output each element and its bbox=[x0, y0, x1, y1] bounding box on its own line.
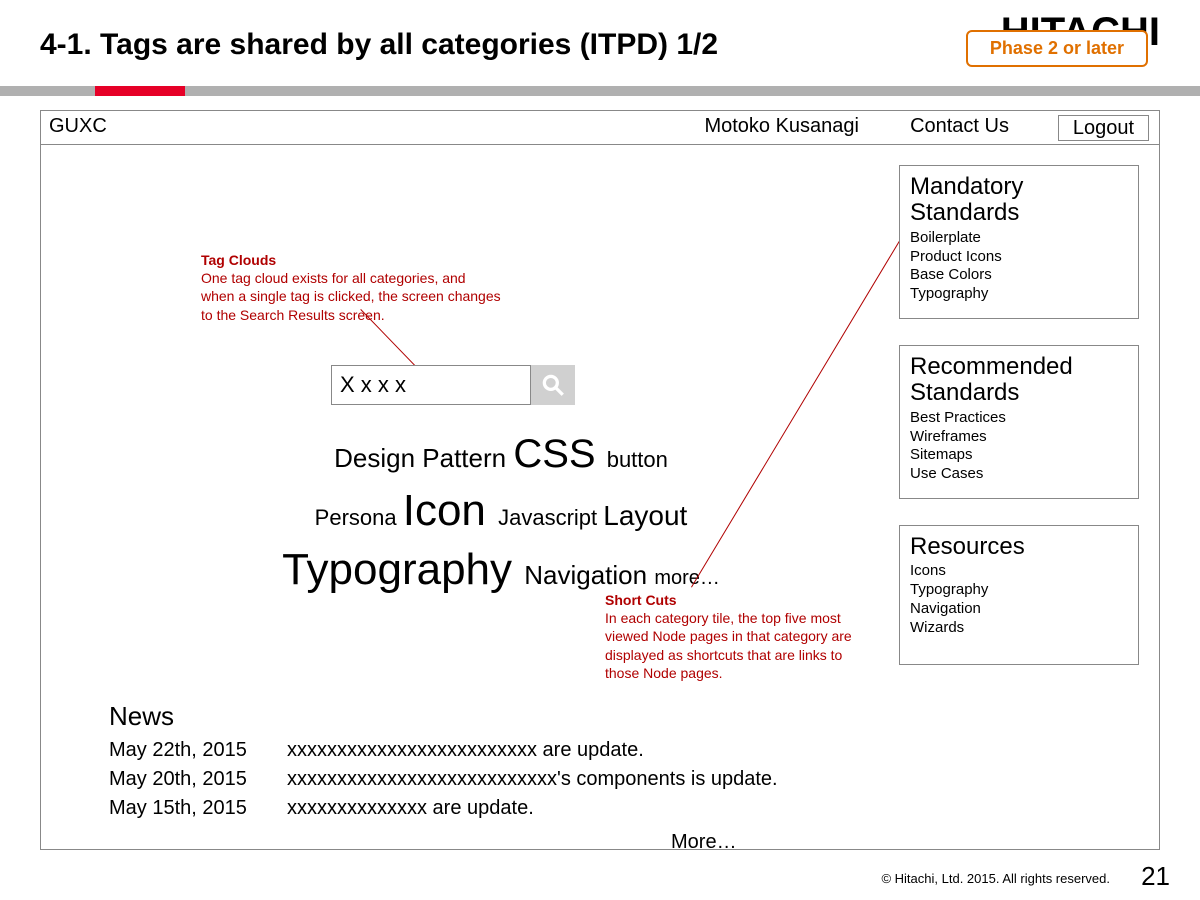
tag[interactable]: Navigation bbox=[524, 560, 654, 590]
tag[interactable]: CSS bbox=[513, 432, 606, 476]
news-text: xxxxxxxxxxxxxxxxxxxxxxxxxxx's components… bbox=[287, 765, 778, 794]
category-link[interactable]: Icons bbox=[910, 562, 1128, 581]
wireframe-container: GUXC Motoko Kusanagi Contact Us Logout T… bbox=[40, 110, 1160, 850]
callout-body: One tag cloud exists for all categories,… bbox=[201, 269, 501, 324]
phase-badge: Phase 2 or later bbox=[966, 30, 1148, 67]
logout-button[interactable]: Logout bbox=[1058, 115, 1149, 141]
search-wrap bbox=[331, 365, 575, 405]
category-link[interactable]: Best Practices bbox=[910, 409, 1128, 428]
category-link[interactable]: Wizards bbox=[910, 619, 1128, 638]
tag[interactable]: Design Pattern bbox=[334, 443, 513, 473]
news-date: May 22th, 2015 bbox=[109, 736, 269, 765]
callout-title: Short Cuts bbox=[605, 591, 865, 609]
news-section: News May 22th, 2015 xxxxxxxxxxxxxxxxxxxx… bbox=[109, 701, 849, 823]
callout-body: In each category tile, the top five most… bbox=[605, 609, 865, 682]
category-link[interactable]: Typography bbox=[910, 285, 1128, 304]
callout-shortcuts: Short Cuts In each category tile, the to… bbox=[605, 591, 865, 682]
tag[interactable]: Icon bbox=[403, 486, 498, 535]
search-button[interactable] bbox=[531, 365, 575, 405]
category-title: Resources bbox=[910, 534, 1128, 560]
news-date: May 20th, 2015 bbox=[109, 765, 269, 794]
category-link[interactable]: Product Icons bbox=[910, 248, 1128, 267]
news-date: May 15th, 2015 bbox=[109, 794, 269, 823]
category-link[interactable]: Navigation bbox=[910, 600, 1128, 619]
news-heading: News bbox=[109, 701, 849, 732]
contact-link[interactable]: Contact Us bbox=[910, 115, 1009, 138]
category-link[interactable]: Wireframes bbox=[910, 428, 1128, 447]
tag[interactable]: Persona bbox=[315, 505, 403, 530]
news-text: xxxxxxxxxxxxxx are update. bbox=[287, 794, 534, 823]
category-title: Mandatory Standards bbox=[910, 174, 1128, 227]
category-resources[interactable]: Resources Icons Typography Navigation Wi… bbox=[899, 525, 1139, 665]
copyright: © Hitachi, Ltd. 2015. All rights reserve… bbox=[881, 871, 1110, 886]
news-more-link[interactable]: More… bbox=[671, 831, 737, 854]
category-link[interactable]: Typography bbox=[910, 581, 1128, 600]
category-link[interactable]: Use Cases bbox=[910, 465, 1128, 484]
news-item[interactable]: May 22th, 2015 xxxxxxxxxxxxxxxxxxxxxxxxx… bbox=[109, 736, 849, 765]
divider-accent bbox=[95, 86, 185, 96]
tag-more[interactable]: more… bbox=[654, 567, 720, 589]
callout-title: Tag Clouds bbox=[201, 251, 501, 269]
category-title: Recommended Standards bbox=[910, 354, 1128, 407]
category-link[interactable]: Sitemaps bbox=[910, 446, 1128, 465]
news-item[interactable]: May 20th, 2015 xxxxxxxxxxxxxxxxxxxxxxxxx… bbox=[109, 765, 849, 794]
mock-header: GUXC Motoko Kusanagi Contact Us Logout bbox=[41, 111, 1159, 145]
news-text: xxxxxxxxxxxxxxxxxxxxxxxxx are update. bbox=[287, 736, 644, 765]
site-brand[interactable]: GUXC bbox=[49, 115, 107, 138]
search-input[interactable] bbox=[331, 365, 531, 405]
page-number: 21 bbox=[1141, 861, 1170, 892]
tag[interactable]: button bbox=[607, 447, 668, 472]
news-item[interactable]: May 15th, 2015 xxxxxxxxxxxxxx are update… bbox=[109, 794, 849, 823]
tag-cloud: Design Pattern CSS button Persona Icon J… bbox=[221, 427, 781, 600]
tag[interactable]: Typography bbox=[282, 545, 524, 594]
category-link[interactable]: Boilerplate bbox=[910, 229, 1128, 248]
user-name[interactable]: Motoko Kusanagi bbox=[704, 115, 859, 138]
category-link[interactable]: Base Colors bbox=[910, 266, 1128, 285]
tag[interactable]: Javascript bbox=[498, 505, 603, 530]
callout-line bbox=[691, 210, 918, 588]
search-icon bbox=[540, 372, 566, 398]
callout-tag-clouds: Tag Clouds One tag cloud exists for all … bbox=[201, 251, 501, 324]
slide-title: 4-1. Tags are shared by all categories (… bbox=[40, 28, 718, 62]
category-recommended-standards[interactable]: Recommended Standards Best Practices Wir… bbox=[899, 345, 1139, 499]
category-mandatory-standards[interactable]: Mandatory Standards Boilerplate Product … bbox=[899, 165, 1139, 319]
tag[interactable]: Layout bbox=[603, 500, 687, 531]
